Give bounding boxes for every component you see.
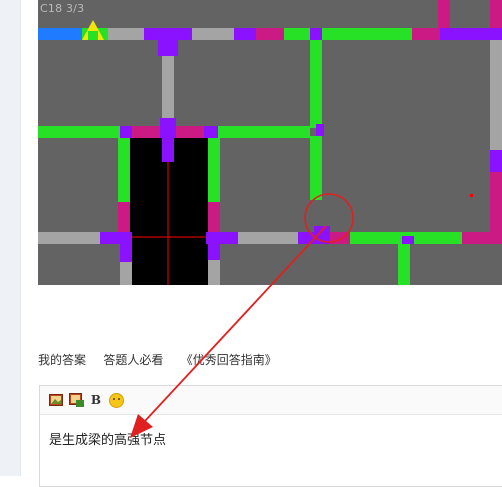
column [402, 236, 414, 244]
beam-vertical [208, 202, 220, 232]
beam-segment [412, 28, 440, 40]
beam-vertical [208, 138, 220, 202]
editor-toolbar: B [40, 386, 502, 415]
answer-editor[interactable]: B 是生成梁的高强节点 [39, 385, 502, 487]
excellent-guide-link[interactable]: 《优秀回答指南》 [181, 353, 277, 367]
beam-vertical [118, 202, 130, 232]
beam-segment [330, 232, 350, 244]
beam-vertical [208, 260, 220, 285]
cad-label: C18 3/3 [40, 2, 85, 15]
beam-segment [132, 126, 160, 138]
beam-vertical [490, 40, 502, 150]
beam-segment [238, 232, 298, 244]
beam-segment [322, 28, 412, 40]
beam-segment [38, 232, 100, 244]
column [490, 150, 502, 172]
beam-vertical [438, 0, 450, 28]
axis-beam-blue [38, 28, 82, 40]
bold-icon[interactable]: B [88, 392, 104, 408]
beam-segment [218, 126, 310, 138]
beam-segment [234, 28, 256, 40]
emoji-icon[interactable] [108, 392, 124, 408]
column [314, 226, 330, 244]
column [316, 124, 324, 136]
column [310, 28, 322, 40]
beam-vertical [490, 0, 502, 28]
column [120, 126, 132, 138]
beam-segment [256, 28, 284, 40]
guide-link[interactable]: 答题人必看 [103, 353, 163, 367]
beam-segment [440, 28, 502, 40]
beam-vertical [310, 136, 322, 200]
beam-vertical [490, 172, 502, 232]
image-icon[interactable] [48, 392, 64, 408]
beam-segment [82, 28, 108, 40]
editor-content[interactable]: 是生成梁的高强节点 [49, 429, 166, 448]
answer-links: 我的答案 答题人必看 《优秀回答指南》 [38, 351, 277, 367]
column [206, 232, 238, 244]
beam-vertical [120, 262, 132, 285]
beam-vertical [398, 244, 410, 285]
beam-segment [144, 28, 192, 40]
cad-drawing [38, 0, 502, 285]
beam-vertical [118, 138, 130, 202]
my-answer-link[interactable]: 我的答案 [38, 353, 86, 367]
column [204, 126, 218, 138]
beam-segment [462, 232, 502, 244]
beam-segment [176, 126, 204, 138]
beam-segment [284, 28, 310, 40]
column [158, 40, 178, 56]
beam-segment [192, 28, 234, 40]
column [208, 244, 220, 260]
column [298, 232, 314, 244]
left-rail [0, 0, 21, 476]
point-marker [470, 194, 473, 197]
column [120, 232, 132, 262]
column [100, 232, 122, 244]
cad-viewport[interactable] [38, 0, 502, 285]
insert-image-icon[interactable] [68, 392, 84, 408]
column [162, 138, 174, 162]
beam-segment [108, 28, 144, 40]
beam-segment [38, 126, 120, 138]
beam-vertical [310, 40, 322, 128]
column [160, 118, 176, 138]
